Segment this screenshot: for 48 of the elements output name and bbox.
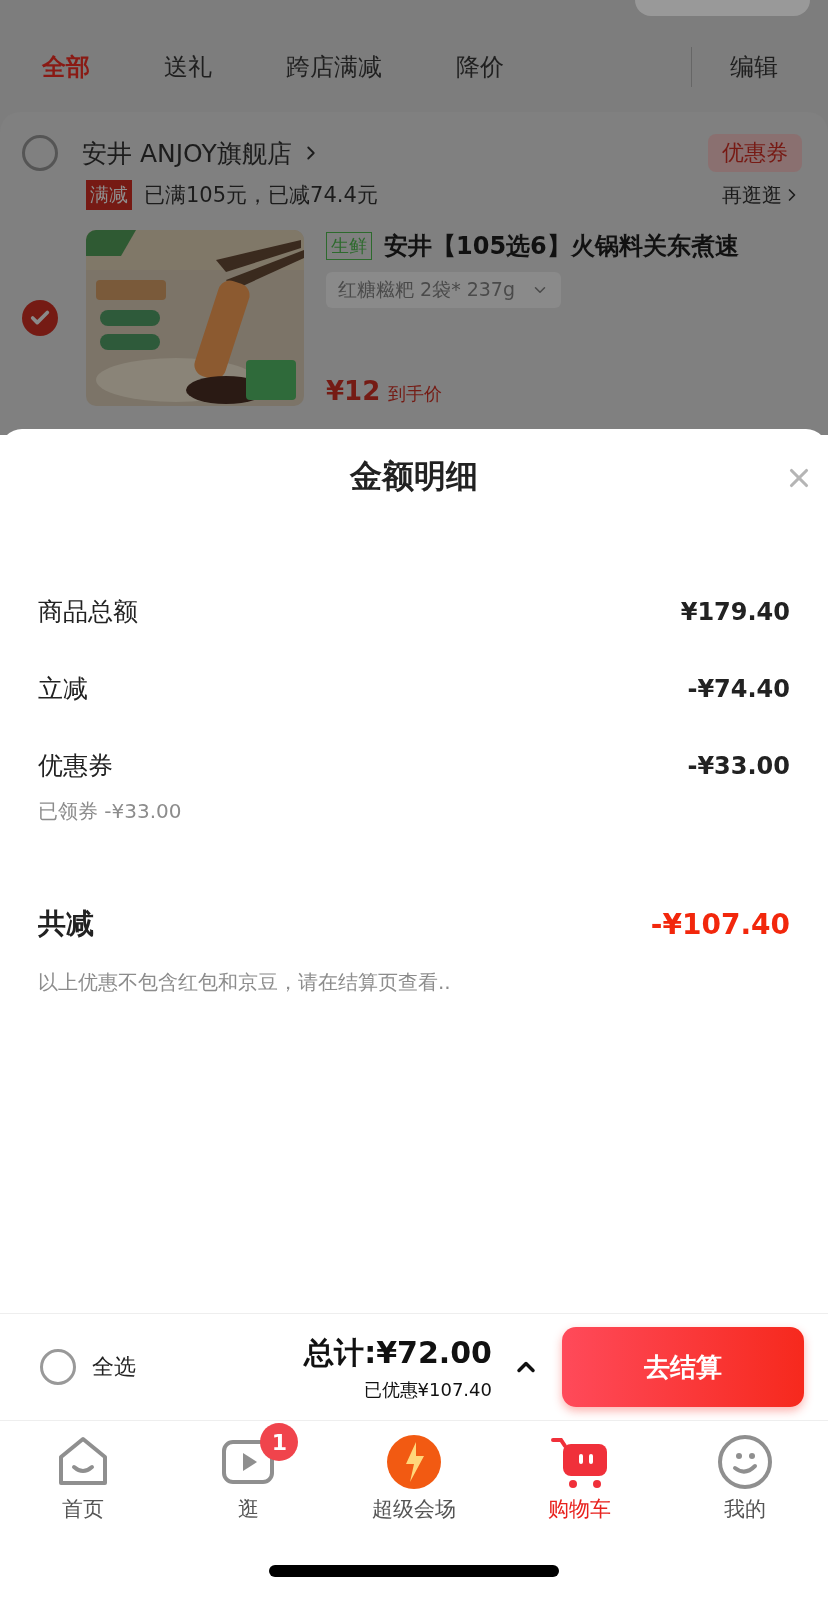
nav-tab[interactable]: 购物车 (496, 1421, 663, 1531)
nav-label: 超级会场 (372, 1496, 456, 1523)
product-title[interactable]: 安井【105选6】火锅料关东煮速 (384, 230, 739, 262)
nav-tab[interactable]: 我的 (662, 1421, 828, 1531)
variant-selector[interactable]: 红糖糍粑 2袋* 237g (326, 272, 561, 308)
amount-label: 立减 (38, 673, 88, 705)
select-all-checkbox[interactable] (40, 1349, 76, 1385)
filter-tab[interactable]: 降价 (456, 51, 504, 83)
nav-label: 购物车 (548, 1496, 612, 1523)
notification-badge: 1 (260, 1423, 299, 1461)
amount-note: 以上优惠不包含红包和京豆，请在结算页查看.. (38, 969, 452, 996)
coupon-badge[interactable]: 优惠券 (708, 134, 802, 172)
edit-button[interactable]: 编辑 (730, 51, 778, 83)
product-checkbox[interactable] (22, 300, 58, 336)
amount-note: 已领券 -¥33.00 (38, 798, 183, 825)
sheet-title: 金额明细 (350, 456, 478, 497)
filter-tab[interactable]: 送礼 (164, 51, 212, 83)
checkout-button[interactable]: 去结算 (562, 1327, 804, 1407)
nav-label: 首页 (61, 1496, 104, 1523)
filter-tab[interactable]: 跨店满减 (286, 51, 382, 83)
amount-value: -¥107.40 (650, 907, 790, 941)
saved-amount: 已优惠¥107.40 (363, 1377, 492, 1402)
promo-tag: 满减 (86, 180, 132, 210)
store-checkbox[interactable] (22, 135, 58, 171)
search-pill[interactable] (635, 0, 810, 16)
amount-label: 优惠券 (38, 750, 113, 782)
store-name[interactable]: 安井 ANJOY旗舰店 (82, 136, 292, 170)
promo-text: 已满105元，已减74.4元 (144, 182, 378, 209)
filter-tab[interactable]: 全部 (42, 51, 90, 83)
amount-value: ¥179.40 (680, 597, 790, 626)
nav-label: 逛 (237, 1496, 259, 1523)
nav-tab[interactable]: 首页 (0, 1421, 166, 1531)
smiley-icon (717, 1434, 774, 1490)
browse-more-link[interactable]: 再逛逛 (722, 181, 782, 209)
product-price: ¥12 (326, 376, 381, 406)
lightning-coin-icon (386, 1434, 442, 1490)
select-all-label[interactable]: 全选 (92, 1352, 136, 1382)
amount-label: 商品总额 (38, 596, 138, 628)
amount-value: -¥74.40 (687, 674, 790, 703)
price-label: 到手价 (388, 382, 443, 406)
nav-tab[interactable]: 1 逛 (165, 1421, 332, 1531)
play-icon (221, 1439, 276, 1485)
nav-label: 我的 (724, 1496, 767, 1523)
fresh-tag: 生鲜 (326, 232, 372, 260)
amount-label: 共减 (38, 906, 94, 942)
total-amount: 总计:¥72.00 (304, 1333, 492, 1372)
nav-tab[interactable]: 超级会场 (331, 1421, 497, 1531)
amount-value: -¥33.00 (687, 751, 790, 780)
